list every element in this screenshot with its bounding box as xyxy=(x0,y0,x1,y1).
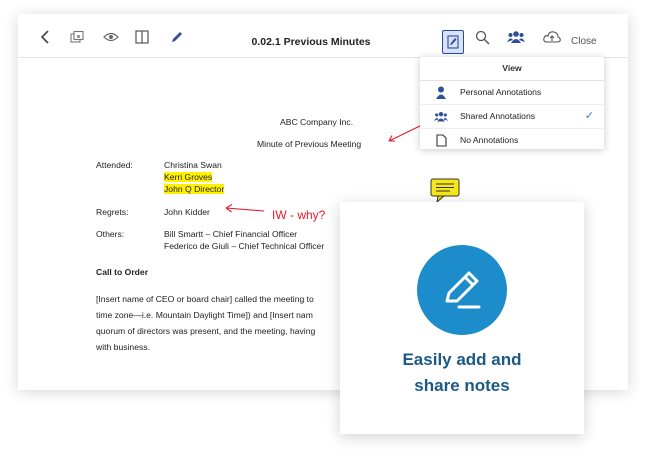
close-button[interactable]: Close xyxy=(571,36,597,47)
regrets-label: Regrets: xyxy=(96,207,129,217)
checkmark-icon: ✓ xyxy=(584,110,594,122)
annotation-view-button[interactable] xyxy=(442,30,464,54)
cloud-sync-icon[interactable] xyxy=(543,28,561,46)
view-option-label: No Annotations xyxy=(460,135,519,145)
group-icon[interactable] xyxy=(507,28,525,46)
others-label: Others: xyxy=(96,229,125,239)
view-menu: View Personal Annotations Shared Annotat… xyxy=(420,57,604,149)
view-option-shared[interactable]: Shared Annotations ✓ xyxy=(420,105,604,129)
body-line: [Insert name of CEO or board chair] call… xyxy=(96,294,314,304)
others-name: Federico de Giuli – Chief Technical Offi… xyxy=(164,241,325,251)
attendee-name-highlighted[interactable]: Kerri Groves xyxy=(164,172,213,182)
callout-headline: share notes xyxy=(414,376,510,395)
body-line: time zone—i.e. Mountain Daylight Time]) … xyxy=(96,310,313,320)
view-menu-title: View xyxy=(420,57,604,81)
view-option-none[interactable]: No Annotations xyxy=(420,129,604,152)
body-line: with business. xyxy=(96,342,150,352)
group-icon xyxy=(434,110,448,123)
regrets-name: John Kidder xyxy=(164,207,210,217)
callout-headline: Easily add and xyxy=(402,350,522,369)
annotation-arrow[interactable] xyxy=(222,202,266,216)
toolbar: 0.02.1 Previous Minutes Close xyxy=(18,14,628,58)
attendee-name: Christina Swan xyxy=(164,160,222,170)
feature-callout-card: Easily add and share notes xyxy=(340,202,584,434)
view-option-label: Shared Annotations xyxy=(460,111,536,121)
document-title: 0.02.1 Previous Minutes xyxy=(251,36,371,48)
company-name: ABC Company Inc. xyxy=(280,117,354,127)
body-line: quorum of directors was present, and the… xyxy=(96,326,316,336)
view-option-label: Personal Annotations xyxy=(460,87,542,97)
search-icon[interactable] xyxy=(473,28,491,46)
document-heading: Minute of Previous Meeting xyxy=(257,139,362,149)
attended-label: Attended: xyxy=(96,160,133,170)
person-icon xyxy=(434,86,448,99)
attendee-name-highlighted[interactable]: John Q Director xyxy=(164,184,225,194)
view-option-personal[interactable]: Personal Annotations xyxy=(420,81,604,105)
edit-pen-icon xyxy=(417,245,507,335)
blank-page-icon xyxy=(434,134,448,147)
section-heading: Call to Order xyxy=(96,267,149,277)
others-name: Bill Smartt – Chief Financial Officer xyxy=(164,229,298,239)
handwritten-note[interactable]: IW - why? xyxy=(272,208,325,222)
